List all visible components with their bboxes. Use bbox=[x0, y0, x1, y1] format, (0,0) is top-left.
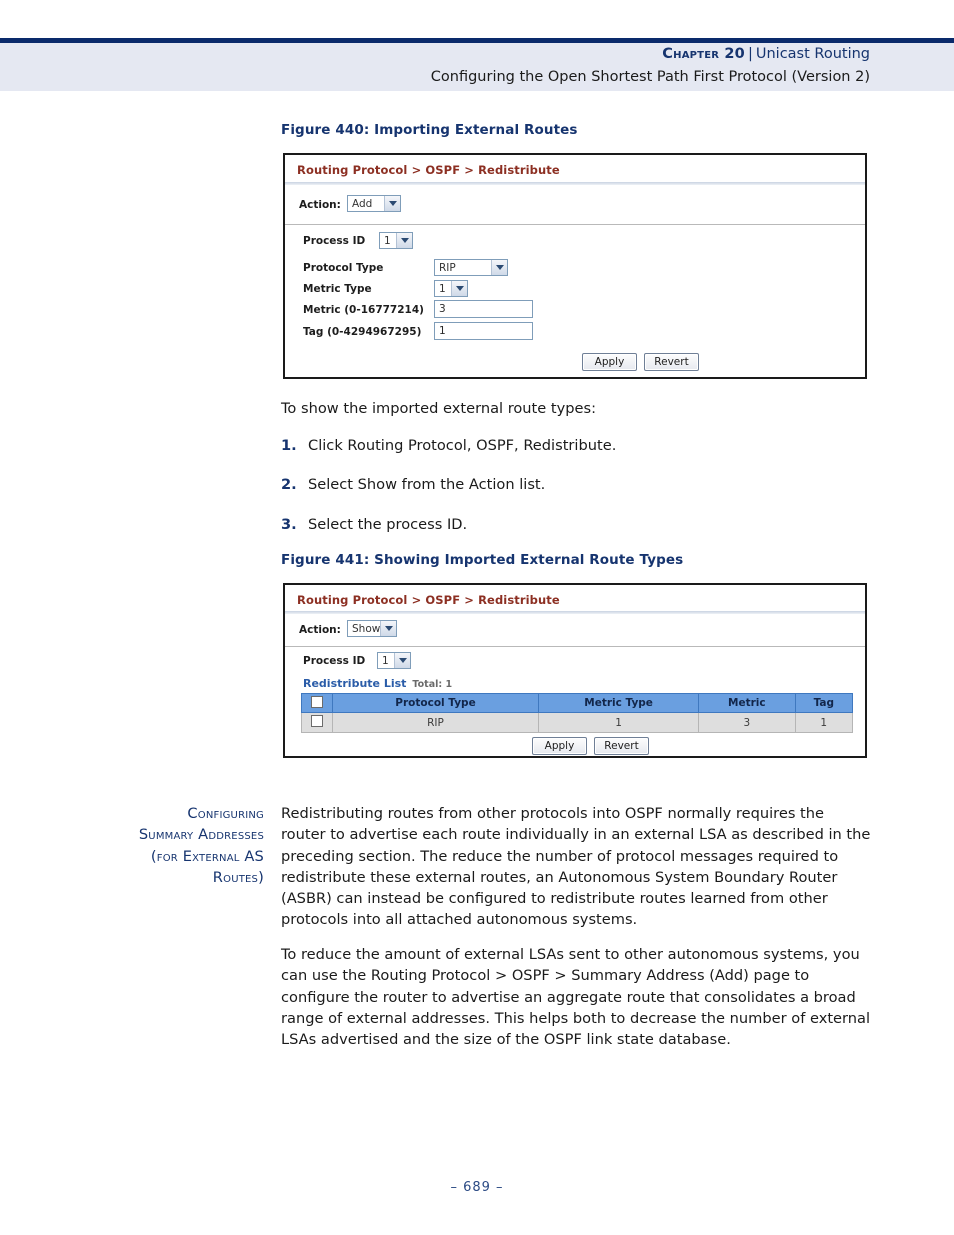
figure-441-panel: Routing Protocol > OSPF > Redistribute A… bbox=[283, 583, 867, 758]
chevron-down-icon bbox=[491, 260, 507, 275]
revert-button-441[interactable]: Revert bbox=[594, 737, 649, 755]
table-header-row: Protocol Type Metric Type Metric Tag bbox=[301, 693, 854, 713]
column-protocol-type: Protocol Type bbox=[331, 693, 540, 713]
metric-type-label-440: Metric Type bbox=[303, 283, 372, 295]
redistribute-table: Protocol Type Metric Type Metric Tag RIP… bbox=[301, 693, 854, 733]
row-checkbox[interactable] bbox=[310, 715, 323, 727]
chevron-down-icon bbox=[396, 233, 412, 248]
cell-metric-type: 1 bbox=[538, 712, 700, 733]
chevron-down-icon bbox=[451, 281, 467, 296]
column-tag: Tag bbox=[794, 693, 854, 713]
protocol-type-select-440[interactable]: RIP bbox=[434, 259, 508, 276]
figure-441-caption: Figure 441: Showing Imported External Ro… bbox=[281, 552, 684, 568]
list-item: 3. Select the process ID. bbox=[281, 514, 871, 535]
action-divider-440 bbox=[285, 224, 865, 225]
step-text: Click Routing Protocol, OSPF, Redistribu… bbox=[308, 437, 617, 454]
step-list: 1. Click Routing Protocol, OSPF, Redistr… bbox=[281, 435, 871, 553]
chevron-down-icon bbox=[380, 621, 396, 636]
section-paragraph-1: Redistributing routes from other protoco… bbox=[281, 805, 871, 929]
header-subtitle: Configuring the Open Shortest Path First… bbox=[430, 69, 870, 85]
apply-button-441[interactable]: Apply bbox=[532, 737, 587, 755]
step-number: 2. bbox=[281, 476, 297, 494]
section-paragraph-2: To reduce the amount of external LSAs se… bbox=[281, 946, 871, 1049]
breadcrumb-441: Routing Protocol > OSPF > Redistribute bbox=[297, 593, 560, 607]
column-metric: Metric bbox=[698, 693, 796, 713]
cell-metric: 3 bbox=[698, 712, 796, 733]
column-metric-type: Metric Type bbox=[538, 693, 700, 713]
process-id-label-441: Process ID bbox=[303, 655, 366, 667]
step-number: 1. bbox=[281, 437, 297, 454]
metric-type-select-440[interactable]: 1 bbox=[434, 280, 468, 297]
figure-440-panel: Routing Protocol > OSPF > Redistribute A… bbox=[283, 153, 867, 379]
tag-label-440: Tag (0-4294967295) bbox=[303, 326, 422, 338]
chevron-down-icon bbox=[384, 196, 400, 211]
section-side-heading: Configuring Summary Addresses (for Exter… bbox=[24, 803, 264, 888]
chevron-down-icon bbox=[394, 653, 410, 668]
list-item: 1. Click Routing Protocol, OSPF, Redistr… bbox=[281, 435, 871, 456]
header-separator: | bbox=[747, 46, 753, 62]
step-text: Select the process ID. bbox=[308, 515, 468, 533]
redistribute-list-title: Redistribute List bbox=[303, 677, 407, 690]
process-id-select-440[interactable]: 1 bbox=[379, 232, 413, 249]
process-id-label-440: Process ID bbox=[303, 235, 366, 247]
action-label-441: Action: bbox=[299, 624, 341, 636]
metric-input-440[interactable]: 3 bbox=[434, 300, 533, 318]
action-divider-441 bbox=[285, 646, 865, 647]
header-chapter-line: Chapter 20 | Unicast Routing bbox=[431, 44, 870, 65]
process-id-select-441[interactable]: 1 bbox=[377, 652, 411, 669]
side-heading-line-3: (for External AS bbox=[150, 847, 264, 865]
running-header: Chapter 20 | Unicast Routing Configuring t… bbox=[431, 44, 870, 88]
side-heading-line-4: Routes) bbox=[212, 868, 264, 886]
row-select-cell bbox=[301, 712, 333, 733]
apply-button-440[interactable]: Apply bbox=[582, 353, 637, 371]
action-select-440[interactable]: Add bbox=[347, 195, 401, 212]
figure-440-caption: Figure 440: Importing External Routes bbox=[281, 122, 578, 138]
cell-protocol-type: RIP bbox=[331, 712, 540, 733]
action-label-440: Action: bbox=[299, 199, 341, 211]
redistribute-list-total: Total: 1 bbox=[412, 679, 453, 690]
action-select-value-441: Show bbox=[352, 622, 381, 635]
lead-in-text: To show the imported external route type… bbox=[281, 400, 597, 417]
header-chapter: Chapter 20 bbox=[662, 46, 745, 62]
action-select-441[interactable]: Show bbox=[347, 620, 397, 637]
metric-type-value-440: 1 bbox=[439, 282, 446, 295]
tag-input-440[interactable]: 1 bbox=[434, 322, 533, 340]
revert-button-440[interactable]: Revert bbox=[644, 353, 699, 371]
panel-title-divider-441 bbox=[285, 611, 865, 614]
process-id-value-441: 1 bbox=[382, 654, 389, 667]
side-heading-line-1: Configuring bbox=[187, 805, 264, 822]
header-chapter-subject: Unicast Routing bbox=[755, 46, 870, 62]
protocol-type-label-440: Protocol Type bbox=[303, 262, 384, 274]
action-select-value-440: Add bbox=[352, 197, 373, 210]
panel-title-divider-440 bbox=[285, 182, 865, 185]
redistribute-list-header: Redistribute List Total: 1 bbox=[303, 677, 452, 690]
cell-tag: 1 bbox=[794, 712, 854, 733]
step-text: Select Show from the Action list. bbox=[308, 476, 546, 494]
list-item: 2. Select Show from the Action list. bbox=[281, 474, 871, 495]
breadcrumb-440: Routing Protocol > OSPF > Redistribute bbox=[297, 163, 560, 177]
side-heading-line-2: Summary Addresses bbox=[138, 826, 264, 844]
step-number: 3. bbox=[281, 515, 297, 533]
page-number: – 689 – bbox=[450, 1180, 504, 1195]
table-row[interactable]: RIP 1 3 1 bbox=[301, 712, 854, 733]
protocol-type-value-440: RIP bbox=[439, 261, 456, 274]
select-all-checkbox[interactable] bbox=[310, 695, 323, 708]
metric-label-440: Metric (0-16777214) bbox=[303, 304, 424, 316]
select-all-header bbox=[301, 693, 333, 713]
process-id-value-440: 1 bbox=[384, 234, 391, 247]
